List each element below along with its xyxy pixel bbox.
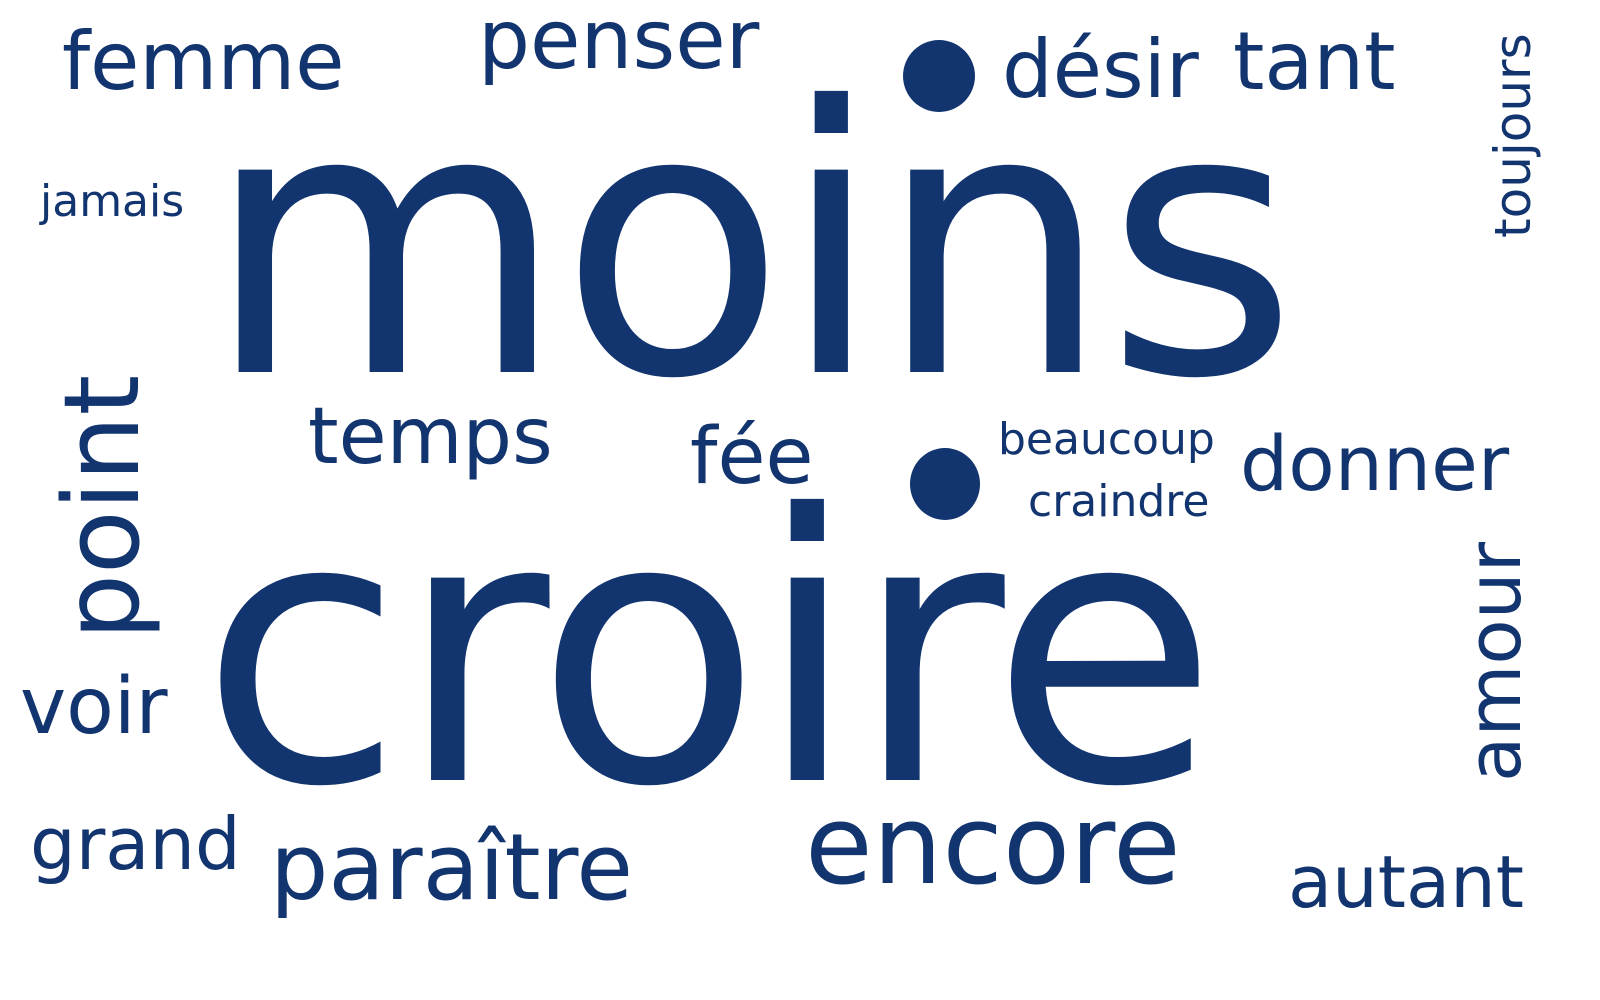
word-craindre: craindre	[1028, 476, 1210, 527]
word-jamais: jamais	[40, 176, 185, 227]
word-fee: fée	[690, 412, 814, 502]
word-point: point	[41, 374, 163, 640]
word-paraitre: paraître	[270, 814, 634, 921]
word-autant: autant	[1288, 840, 1524, 924]
word-grand: grand	[30, 802, 241, 886]
dot-middle	[910, 448, 980, 520]
word-desir: désir	[1002, 23, 1199, 116]
word-tant: tant	[1233, 15, 1396, 108]
word-encore: encore	[805, 781, 1181, 909]
word-cloud: moins croire encore paraître point pense…	[0, 0, 1600, 1000]
word-beaucoup: beaucoup	[998, 414, 1215, 465]
dot-top	[903, 40, 975, 112]
word-voir: voir	[20, 662, 168, 752]
word-femme: femme	[62, 15, 345, 108]
word-toujours: toujours	[1484, 33, 1542, 238]
word-donner: donner	[1240, 419, 1510, 508]
word-penser: penser	[478, 0, 760, 88]
word-amour: amour	[1452, 541, 1538, 782]
word-temps: temps	[308, 392, 553, 482]
